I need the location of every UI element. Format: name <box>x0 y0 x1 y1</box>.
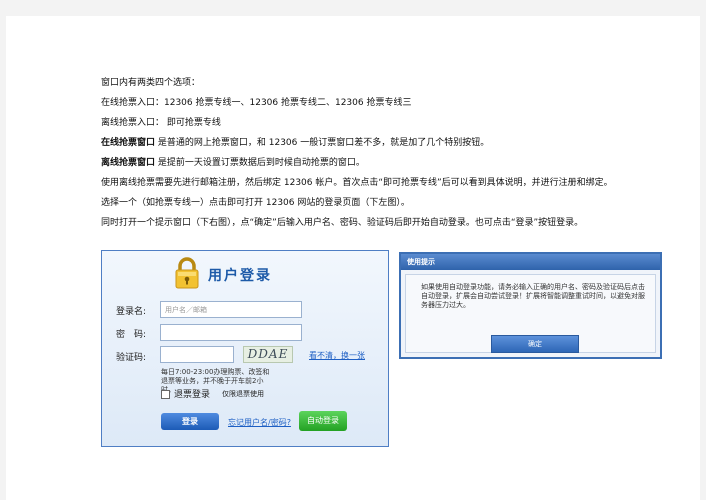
auto-login-button[interactable]: 自动登录 <box>299 411 347 431</box>
username-input[interactable]: 用户名／邮箱 <box>160 301 302 318</box>
captcha-label: 验证码: <box>116 353 147 363</box>
text-line-7: 选择一个（如抢票专线一）点击即可打开 12306 网站的登录页面（下左图）。 <box>101 198 410 208</box>
usage-tip-dialog: 使用提示 如果使用自动登录功能，请务必输入正确的用户名、密码及验证码后点击自动登… <box>399 252 662 359</box>
captcha-image[interactable]: DDAE <box>243 346 293 363</box>
forgot-password-link[interactable]: 忘记用户名/密码? <box>228 417 291 428</box>
refresh-captcha-link[interactable]: 看不清，换一张 <box>309 350 365 361</box>
dialog-title-bar: 使用提示 <box>401 254 660 270</box>
dialog-message: 如果使用自动登录功能，请务必输入正确的用户名、密码及验证码后点击自动登录，扩展会… <box>421 283 645 309</box>
ok-button[interactable]: 确定 <box>491 335 579 353</box>
login-window: 用户登录 登录名: 用户名／邮箱 密 码: 验证码: DDAE 看不清，换一张 … <box>101 250 389 447</box>
text-line-3: 离线抢票入口： 即可抢票专线 <box>101 118 221 128</box>
text-line-1: 窗口内有两类四个选项： <box>101 78 201 88</box>
username-label: 登录名: <box>116 307 147 317</box>
login-header: 用户登录 <box>174 257 334 291</box>
dialog-body: 如果使用自动登录功能，请务必输入正确的用户名、密码及验证码后点击自动登录，扩展会… <box>405 274 656 353</box>
text-line-8: 同时打开一个提示窗口（下右图），点“确定”后输入用户名、密码、验证码后即开始自动… <box>101 218 584 228</box>
instruction-text: 窗口内有两类四个选项： 在线抢票入口：12306 抢票专线一、12306 抢票专… <box>101 73 691 233</box>
captcha-input[interactable] <box>160 346 234 363</box>
password-input[interactable] <box>160 324 302 341</box>
text-line-5: 离线抢票窗口 是提前一天设置订票数据后到时候自动抢票的窗口。 <box>101 158 365 168</box>
password-label: 密 码: <box>116 330 147 340</box>
text-line-6: 使用离线抢票需要先进行邮箱注册，然后绑定 12306 帐户。首次点击“即可抢票专… <box>101 178 613 188</box>
login-title: 用户登录 <box>208 268 272 284</box>
text-line-2: 在线抢票入口：12306 抢票专线一、12306 抢票专线二、12306 抢票专… <box>101 98 412 108</box>
refund-login-label: 退票登录 <box>174 390 211 400</box>
refund-note: 仅限退票使用 <box>222 390 264 398</box>
login-button[interactable]: 登录 <box>161 413 219 430</box>
lock-icon <box>175 257 199 289</box>
text-line-4: 在线抢票窗口 是普通的网上抢票窗口，和 12306 一般订票窗口差不多，就是加了… <box>101 138 490 148</box>
refund-login-checkbox[interactable] <box>161 390 170 399</box>
